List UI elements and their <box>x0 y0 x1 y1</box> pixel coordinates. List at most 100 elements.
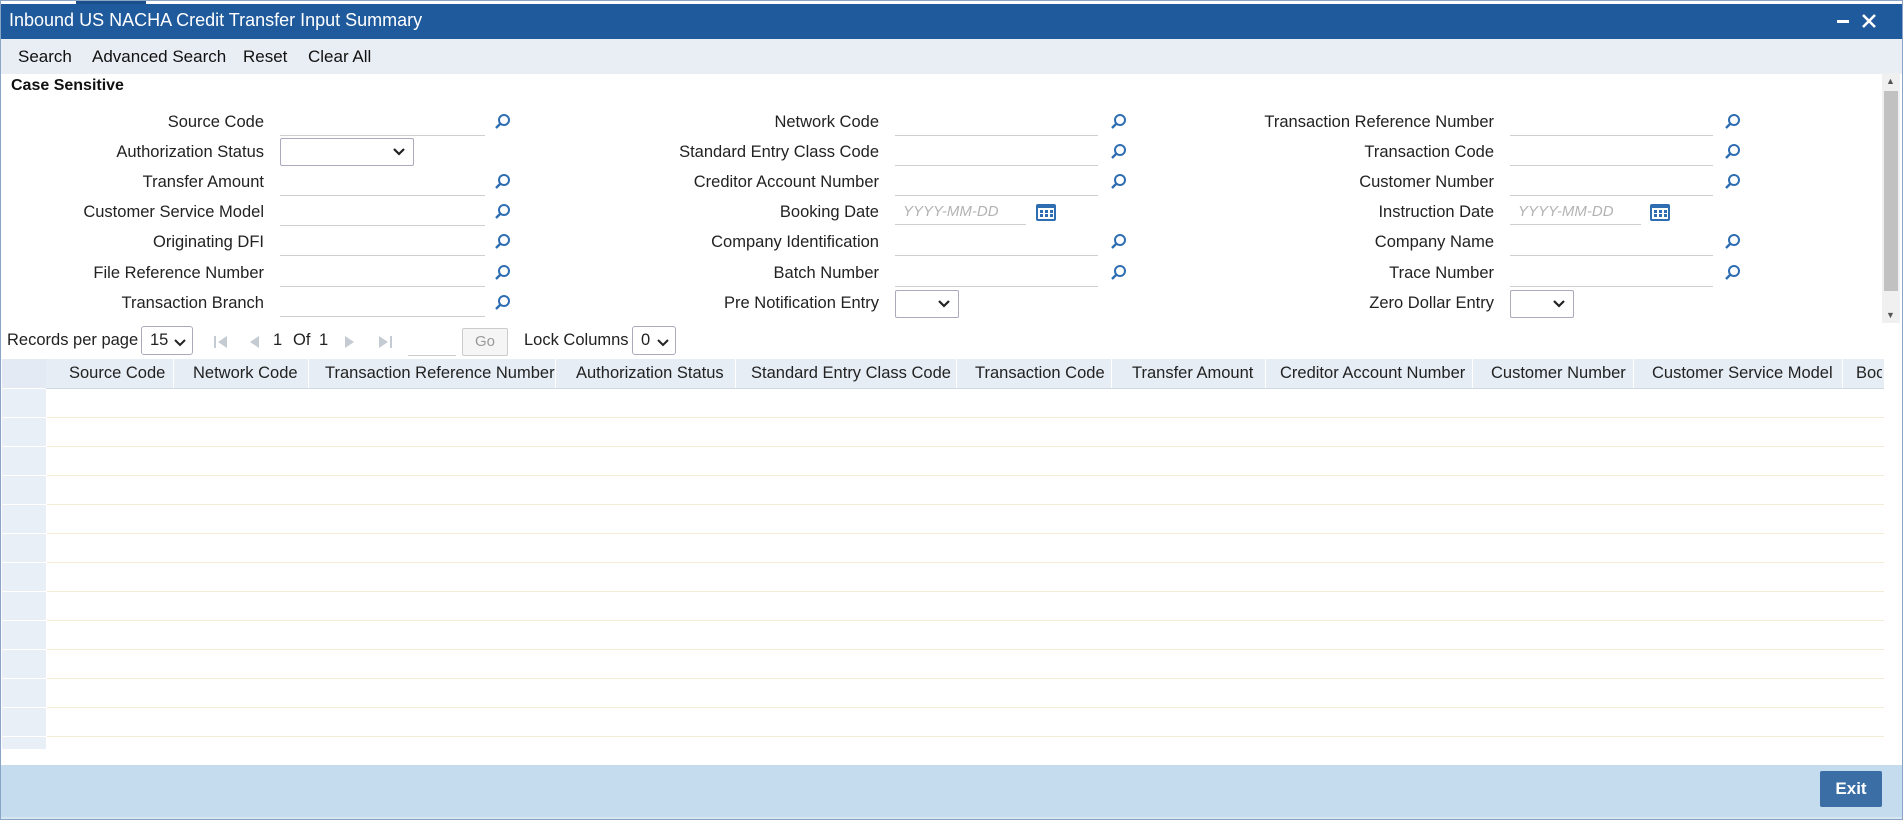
calendar-icon[interactable] <box>1035 202 1057 222</box>
company-identification-input[interactable] <box>895 229 1098 256</box>
row-header[interactable] <box>2 592 46 621</box>
calendar-icon[interactable] <box>1649 202 1671 222</box>
column-header[interactable]: Customer Service Model <box>1652 364 1833 383</box>
scroll-up-icon[interactable]: ▲ <box>1886 76 1895 86</box>
select-all-cell[interactable] <box>2 359 46 389</box>
standard-entry-class-code-input[interactable] <box>895 139 1098 166</box>
first-page-icon[interactable] <box>213 335 229 349</box>
label-batch-number: Batch Number <box>773 264 879 282</box>
originating-dfi-input[interactable] <box>280 229 485 256</box>
menu-clear-all[interactable]: Clear All <box>308 47 371 67</box>
column-header[interactable]: Transaction Reference Number <box>325 364 555 383</box>
source-code-input[interactable] <box>280 109 485 136</box>
app-window: Inbound US NACHA Credit Transfer Input S… <box>0 0 1903 820</box>
row-header[interactable] <box>2 534 46 563</box>
customer-number-input[interactable] <box>1510 169 1713 196</box>
close-icon[interactable] <box>1856 8 1882 34</box>
transfer-amount-input[interactable] <box>280 169 485 196</box>
search-icon[interactable] <box>1110 143 1128 161</box>
search-icon[interactable] <box>1110 264 1128 282</box>
page-number-input[interactable] <box>408 329 456 356</box>
row-header[interactable] <box>2 418 46 447</box>
search-icon[interactable] <box>494 173 512 191</box>
column-header[interactable]: Transfer Amount <box>1132 364 1253 383</box>
row-header[interactable] <box>2 563 46 592</box>
transaction-reference-number-input[interactable] <box>1510 109 1713 136</box>
table-row[interactable] <box>47 476 1884 505</box>
table-row[interactable] <box>47 418 1884 447</box>
records-per-page-select[interactable]: 15 <box>141 326 193 355</box>
menu-advanced-search[interactable]: Advanced Search <box>92 47 226 67</box>
search-icon[interactable] <box>1110 113 1128 131</box>
trace-number-input[interactable] <box>1510 260 1713 287</box>
table-row[interactable] <box>47 708 1884 737</box>
instruction-date-input[interactable]: YYYY-MM-DD <box>1510 199 1641 225</box>
table-row[interactable] <box>47 650 1884 679</box>
search-icon[interactable] <box>494 203 512 221</box>
customer-service-model-input[interactable] <box>280 199 485 226</box>
row-header[interactable] <box>2 389 46 418</box>
next-page-icon[interactable] <box>343 335 357 349</box>
company-name-input[interactable] <box>1510 229 1713 256</box>
batch-number-input[interactable] <box>895 260 1098 287</box>
menu-reset[interactable]: Reset <box>243 47 287 67</box>
row-header[interactable] <box>2 447 46 476</box>
table-row[interactable] <box>47 505 1884 534</box>
search-icon[interactable] <box>1724 173 1742 191</box>
search-icon[interactable] <box>1110 173 1128 191</box>
column-header[interactable]: Authorization Status <box>576 364 724 383</box>
column-divider <box>1265 359 1266 388</box>
table-row[interactable] <box>47 389 1884 418</box>
row-header[interactable] <box>2 650 46 679</box>
menu-search[interactable]: Search <box>18 47 72 67</box>
go-button[interactable]: Go <box>462 328 508 356</box>
transaction-code-input[interactable] <box>1510 139 1713 166</box>
zero-dollar-entry-select[interactable] <box>1510 290 1574 318</box>
row-header[interactable] <box>2 476 46 505</box>
file-reference-number-input[interactable] <box>280 260 485 287</box>
label-transfer-amount: Transfer Amount <box>142 173 264 191</box>
label-transaction-code: Transaction Code <box>1364 143 1494 161</box>
table-row[interactable] <box>47 621 1884 650</box>
column-header[interactable]: Customer Number <box>1491 364 1626 383</box>
row-header[interactable] <box>2 621 46 650</box>
network-code-input[interactable] <box>895 109 1098 136</box>
column-header[interactable]: Network Code <box>193 364 298 383</box>
row-header[interactable] <box>2 708 46 737</box>
row-header[interactable] <box>2 505 46 534</box>
search-icon[interactable] <box>1724 264 1742 282</box>
column-header[interactable]: Boo <box>1856 364 1882 383</box>
column-header[interactable]: Creditor Account Number <box>1280 364 1465 383</box>
row-header[interactable] <box>2 737 46 750</box>
table-row[interactable] <box>47 592 1884 621</box>
last-page-icon[interactable] <box>377 335 393 349</box>
exit-button[interactable]: Exit <box>1820 771 1882 807</box>
search-icon[interactable] <box>494 233 512 251</box>
search-icon[interactable] <box>494 294 512 312</box>
search-icon[interactable] <box>1110 233 1128 251</box>
transaction-branch-input[interactable] <box>280 290 485 317</box>
search-icon[interactable] <box>1724 113 1742 131</box>
table-row[interactable] <box>47 534 1884 563</box>
previous-page-icon[interactable] <box>247 335 261 349</box>
column-header[interactable]: Source Code <box>69 364 165 383</box>
search-icon[interactable] <box>494 113 512 131</box>
minimize-icon[interactable] <box>1830 8 1856 34</box>
pre-notification-entry-select[interactable] <box>895 290 959 318</box>
creditor-account-number-input[interactable] <box>895 169 1098 196</box>
lock-columns-select[interactable]: 0 <box>632 326 676 355</box>
row-header[interactable] <box>2 679 46 708</box>
column-header[interactable]: Transaction Code <box>975 364 1105 383</box>
search-icon[interactable] <box>494 264 512 282</box>
authorization-status-select[interactable] <box>280 138 414 166</box>
booking-date-input[interactable]: YYYY-MM-DD <box>895 199 1026 225</box>
form-scrollbar[interactable]: ▲ ▼ <box>1882 73 1900 323</box>
search-icon[interactable] <box>1724 143 1742 161</box>
scroll-down-icon[interactable]: ▼ <box>1886 310 1895 320</box>
table-row[interactable] <box>47 679 1884 708</box>
table-row[interactable] <box>47 447 1884 476</box>
column-header[interactable]: Standard Entry Class Code <box>751 364 951 383</box>
scrollbar-thumb[interactable] <box>1884 91 1898 291</box>
table-row[interactable] <box>47 563 1884 592</box>
search-icon[interactable] <box>1724 233 1742 251</box>
